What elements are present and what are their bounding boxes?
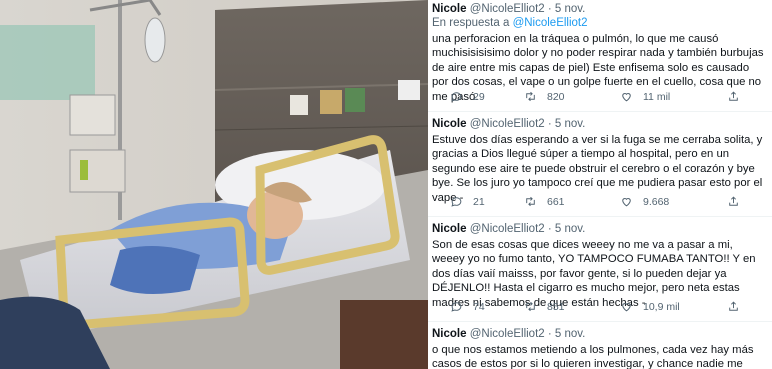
tweet[interactable]: Nicole @NicoleElliot2 · 5 nov. En respue… xyxy=(428,2,772,104)
tweet-header: Nicole @NicoleElliot2 · 5 nov. xyxy=(432,223,586,235)
like-icon xyxy=(622,93,631,102)
author-name[interactable]: Nicole xyxy=(432,328,467,340)
hospital-photo xyxy=(0,0,428,369)
tweet-text: o que nos estamos metiendo a los pulmone… xyxy=(432,344,754,369)
like-count: 9.668 xyxy=(643,195,670,208)
replying-prefix: En respuesta a xyxy=(432,17,510,29)
tweet-actions: 21 661 9.668 xyxy=(450,195,750,209)
tweet-actions: 74 851 10,9 mil xyxy=(450,300,750,314)
like-icon xyxy=(622,198,631,207)
tweet-time[interactable]: 5 nov. xyxy=(555,3,585,15)
reply-icon xyxy=(451,197,462,207)
retweet-icon xyxy=(526,301,535,312)
tweet-header: Nicole @NicoleElliot2 · 5 nov. xyxy=(432,118,586,130)
author-name[interactable]: Nicole xyxy=(432,223,467,235)
reply-icon xyxy=(451,302,462,312)
replying-to: En respuesta a @NicoleElliot2 xyxy=(432,16,764,30)
retweet-icon xyxy=(526,91,535,102)
tweet-header: Nicole @NicoleElliot2 · 5 nov. xyxy=(432,328,586,340)
share-button[interactable] xyxy=(727,90,740,103)
reply-count: 21 xyxy=(473,195,485,208)
tweet-header: Nicole @NicoleElliot2 · 5 nov. xyxy=(432,3,586,15)
author-name[interactable]: Nicole xyxy=(432,3,467,15)
tweet-time[interactable]: 5 nov. xyxy=(555,223,585,235)
tweet[interactable]: Nicole @NicoleElliot2 · 5 nov. Estuve do… xyxy=(428,117,772,205)
retweet-button[interactable]: 851 xyxy=(524,300,565,313)
tweet-actions: 29 820 11 mil xyxy=(450,90,750,104)
tweet-time[interactable]: 5 nov. xyxy=(555,118,585,130)
like-button[interactable]: 11 mil xyxy=(620,90,670,103)
author-handle[interactable]: @NicoleElliot2 xyxy=(470,223,545,235)
reply-button[interactable]: 74 xyxy=(450,300,485,313)
author-handle[interactable]: @NicoleElliot2 xyxy=(470,3,545,15)
divider xyxy=(428,216,772,217)
retweet-count: 820 xyxy=(547,90,565,103)
retweet-button[interactable]: 661 xyxy=(524,195,565,208)
like-count: 10,9 mil xyxy=(643,300,680,313)
reply-button[interactable]: 21 xyxy=(450,195,485,208)
share-icon xyxy=(729,196,738,206)
reply-button[interactable]: 29 xyxy=(450,90,485,103)
reply-icon xyxy=(451,92,462,102)
replying-to-link[interactable]: @NicoleElliot2 xyxy=(513,17,588,29)
tweet-time[interactable]: 5 nov. xyxy=(555,328,585,340)
like-button[interactable]: 10,9 mil xyxy=(620,300,680,313)
share-button[interactable] xyxy=(727,195,740,208)
retweet-count: 851 xyxy=(547,300,565,313)
hospital-photo-illustration xyxy=(0,0,428,369)
retweet-icon xyxy=(526,196,535,207)
like-icon xyxy=(622,303,631,312)
retweet-count: 661 xyxy=(547,195,565,208)
tweet[interactable]: Nicole @NicoleElliot2 · 5 nov. Son de es… xyxy=(428,222,772,310)
like-count: 11 mil xyxy=(643,90,671,103)
retweet-button[interactable]: 820 xyxy=(524,90,565,103)
tweet[interactable]: Nicole @NicoleElliot2 · 5 nov. o que nos… xyxy=(428,327,772,369)
divider xyxy=(428,321,772,322)
tweet-feed[interactable]: Nicole @NicoleElliot2 · 5 nov. En respue… xyxy=(428,0,772,369)
divider xyxy=(428,111,772,112)
author-handle[interactable]: @NicoleElliot2 xyxy=(470,328,545,340)
reply-count: 29 xyxy=(473,90,485,103)
share-icon xyxy=(729,91,738,101)
author-name[interactable]: Nicole xyxy=(432,118,467,130)
share-icon xyxy=(729,301,738,311)
author-handle[interactable]: @NicoleElliot2 xyxy=(470,118,545,130)
share-button[interactable] xyxy=(727,300,740,313)
reply-count: 74 xyxy=(473,300,485,313)
like-button[interactable]: 9.668 xyxy=(620,195,669,208)
